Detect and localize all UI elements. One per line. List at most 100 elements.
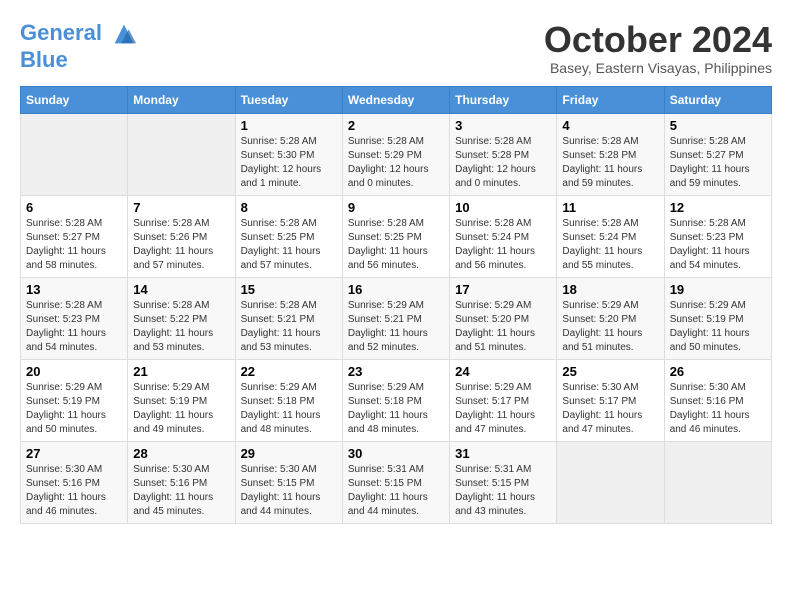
day-cell: 17 Sunrise: 5:29 AMSunset: 5:20 PMDayligh… [450,277,557,359]
week-row-5: 27 Sunrise: 5:30 AMSunset: 5:16 PMDayligh… [21,441,772,523]
location-subtitle: Basey, Eastern Visayas, Philippines [544,60,772,76]
column-header-friday: Friday [557,86,664,113]
day-cell: 25 Sunrise: 5:30 AMSunset: 5:17 PMDayligh… [557,359,664,441]
week-row-1: 1Sunrise: 5:28 AMSunset: 5:30 PMDaylight… [21,113,772,195]
day-number: 27 [26,446,122,461]
day-number: 16 [348,282,444,297]
day-info: Sunrise: 5:28 AMSunset: 5:25 PMDaylight:… [241,217,337,273]
day-cell: 24Sunrise: 5:29 AMSunset: 5:17 PMDayligh… [450,359,557,441]
header-row: SundayMondayTuesdayWednesdayThursdayFrid… [21,86,772,113]
day-cell: 12Sunrise: 5:28 AMSunset: 5:23 PMDayligh… [664,195,771,277]
day-cell: 31 Sunrise: 5:31 AMSunset: 5:15 PMDayligh… [450,441,557,523]
week-row-2: 6Sunrise: 5:28 AMSunset: 5:27 PMDaylight… [21,195,772,277]
day-number: 22 [241,364,337,379]
day-info: Sunrise: 5:29 AMSunset: 5:20 PMDaylight:… [562,299,658,355]
day-number: 8 [241,200,337,215]
day-cell: 22Sunrise: 5:29 AMSunset: 5:18 PMDayligh… [235,359,342,441]
day-info: Sunrise: 5:28 AMSunset: 5:23 PMDaylight:… [26,299,122,355]
page-header: General Blue October 2024 Basey, Eastern… [20,20,772,76]
day-cell: 27Sunrise: 5:30 AMSunset: 5:16 PMDayligh… [21,441,128,523]
day-info: Sunrise: 5:28 AMSunset: 5:22 PMDaylight:… [133,299,229,355]
day-cell: 14 Sunrise: 5:28 AMSunset: 5:22 PMDayligh… [128,277,235,359]
day-number: 23 [348,364,444,379]
column-header-tuesday: Tuesday [235,86,342,113]
day-cell: 6Sunrise: 5:28 AMSunset: 5:27 PMDaylight… [21,195,128,277]
day-info: Sunrise: 5:28 AMSunset: 5:23 PMDaylight:… [670,217,766,273]
day-cell: 2 Sunrise: 5:28 AMSunset: 5:29 PMDaylight… [342,113,449,195]
day-number: 29 [241,446,337,461]
day-info: Sunrise: 5:28 AMSunset: 5:28 PMDaylight:… [455,135,551,191]
day-cell: 8 Sunrise: 5:28 AMSunset: 5:25 PMDaylight… [235,195,342,277]
day-cell: 13 Sunrise: 5:28 AMSunset: 5:23 PMDayligh… [21,277,128,359]
day-info: Sunrise: 5:31 AMSunset: 5:15 PMDaylight:… [348,463,444,519]
day-number: 24 [455,364,551,379]
calendar-table: SundayMondayTuesdayWednesdayThursdayFrid… [20,86,772,524]
day-cell: 29 Sunrise: 5:30 AMSunset: 5:15 PMDayligh… [235,441,342,523]
day-info: Sunrise: 5:28 AMSunset: 5:24 PMDaylight:… [562,217,658,273]
day-number: 18 [562,282,658,297]
day-info: Sunrise: 5:31 AMSunset: 5:15 PMDaylight:… [455,463,551,519]
column-header-sunday: Sunday [21,86,128,113]
day-cell: 15Sunrise: 5:28 AMSunset: 5:21 PMDayligh… [235,277,342,359]
day-number: 7 [133,200,229,215]
day-info: Sunrise: 5:29 AMSunset: 5:18 PMDaylight:… [348,381,444,437]
day-cell: 4Sunrise: 5:28 AMSunset: 5:28 PMDaylight… [557,113,664,195]
day-number: 11 [562,200,658,215]
day-number: 26 [670,364,766,379]
day-number: 14 [133,282,229,297]
day-number: 5 [670,118,766,133]
day-number: 2 [348,118,444,133]
logo-icon [110,20,138,48]
day-info: Sunrise: 5:30 AMSunset: 5:16 PMDaylight:… [133,463,229,519]
day-cell [664,441,771,523]
logo-text: General [20,20,138,48]
day-info: Sunrise: 5:28 AMSunset: 5:27 PMDaylight:… [670,135,766,191]
column-header-saturday: Saturday [664,86,771,113]
day-number: 10 [455,200,551,215]
day-info: Sunrise: 5:30 AMSunset: 5:15 PMDaylight:… [241,463,337,519]
day-info: Sunrise: 5:28 AMSunset: 5:25 PMDaylight:… [348,217,444,273]
column-header-monday: Monday [128,86,235,113]
day-cell [557,441,664,523]
week-row-3: 13 Sunrise: 5:28 AMSunset: 5:23 PMDayligh… [21,277,772,359]
day-cell: 7 Sunrise: 5:28 AMSunset: 5:26 PMDaylight… [128,195,235,277]
day-number: 17 [455,282,551,297]
day-cell: 9 Sunrise: 5:28 AMSunset: 5:25 PMDaylight… [342,195,449,277]
day-cell: 26 Sunrise: 5:30 AMSunset: 5:16 PMDayligh… [664,359,771,441]
day-info: Sunrise: 5:30 AMSunset: 5:16 PMDaylight:… [670,381,766,437]
day-number: 30 [348,446,444,461]
day-info: Sunrise: 5:28 AMSunset: 5:24 PMDaylight:… [455,217,551,273]
day-info: Sunrise: 5:29 AMSunset: 5:19 PMDaylight:… [133,381,229,437]
day-cell: 10 Sunrise: 5:28 AMSunset: 5:24 PMDayligh… [450,195,557,277]
day-number: 13 [26,282,122,297]
day-number: 25 [562,364,658,379]
day-number: 28 [133,446,229,461]
day-number: 19 [670,282,766,297]
day-number: 21 [133,364,229,379]
day-number: 9 [348,200,444,215]
day-cell: 23 Sunrise: 5:29 AMSunset: 5:18 PMDayligh… [342,359,449,441]
day-number: 20 [26,364,122,379]
day-cell: 3 Sunrise: 5:28 AMSunset: 5:28 PMDaylight… [450,113,557,195]
day-info: Sunrise: 5:28 AMSunset: 5:29 PMDaylight:… [348,135,444,191]
day-cell: 11 Sunrise: 5:28 AMSunset: 5:24 PMDayligh… [557,195,664,277]
logo-blue: Blue [20,48,138,72]
day-info: Sunrise: 5:30 AMSunset: 5:17 PMDaylight:… [562,381,658,437]
day-cell: 16 Sunrise: 5:29 AMSunset: 5:21 PMDayligh… [342,277,449,359]
day-info: Sunrise: 5:28 AMSunset: 5:26 PMDaylight:… [133,217,229,273]
day-cell: 1Sunrise: 5:28 AMSunset: 5:30 PMDaylight… [235,113,342,195]
day-info: Sunrise: 5:28 AMSunset: 5:30 PMDaylight:… [241,135,337,191]
day-info: Sunrise: 5:29 AMSunset: 5:20 PMDaylight:… [455,299,551,355]
day-info: Sunrise: 5:29 AMSunset: 5:21 PMDaylight:… [348,299,444,355]
day-cell: 5 Sunrise: 5:28 AMSunset: 5:27 PMDaylight… [664,113,771,195]
day-cell: 21 Sunrise: 5:29 AMSunset: 5:19 PMDayligh… [128,359,235,441]
day-cell [128,113,235,195]
day-cell: 28 Sunrise: 5:30 AMSunset: 5:16 PMDayligh… [128,441,235,523]
day-info: Sunrise: 5:28 AMSunset: 5:28 PMDaylight:… [562,135,658,191]
day-cell: 30 Sunrise: 5:31 AMSunset: 5:15 PMDayligh… [342,441,449,523]
day-info: Sunrise: 5:28 AMSunset: 5:21 PMDaylight:… [241,299,337,355]
week-row-4: 20 Sunrise: 5:29 AMSunset: 5:19 PMDayligh… [21,359,772,441]
day-number: 31 [455,446,551,461]
day-number: 3 [455,118,551,133]
day-info: Sunrise: 5:29 AMSunset: 5:19 PMDaylight:… [26,381,122,437]
